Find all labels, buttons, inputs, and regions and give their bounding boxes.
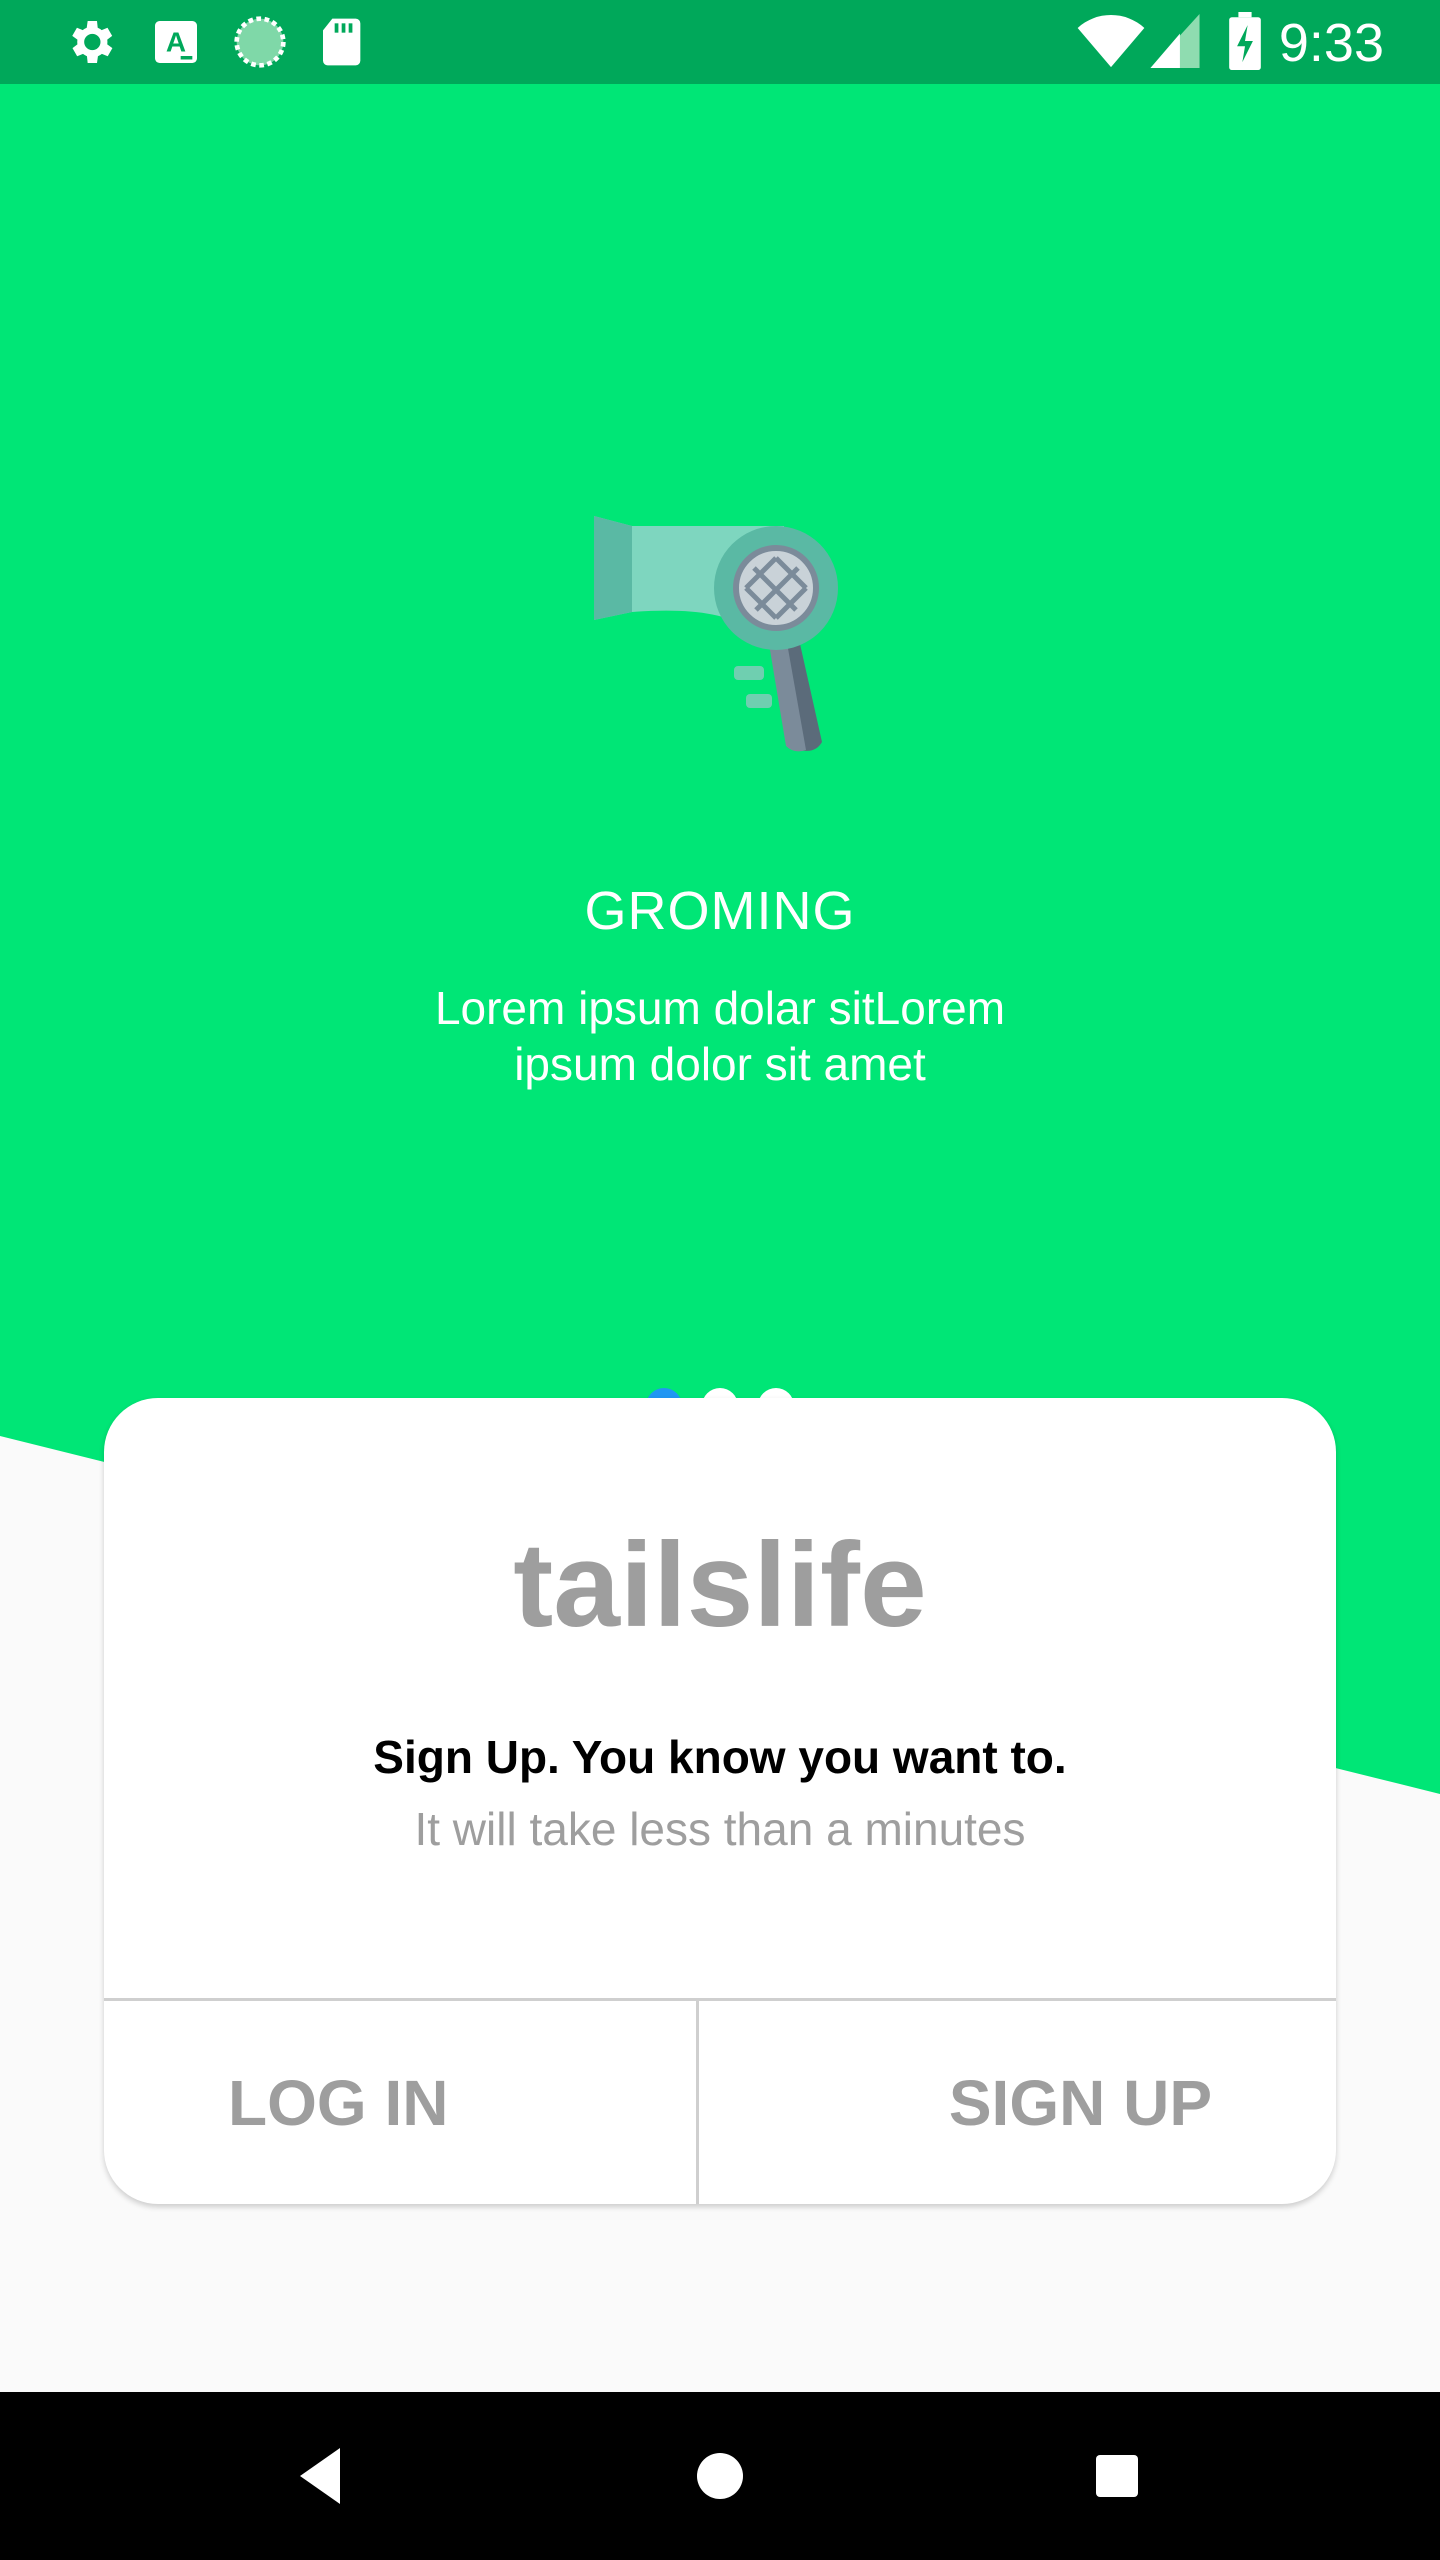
login-button[interactable]: LOG IN — [104, 2001, 696, 2204]
svg-text:A: A — [166, 26, 186, 57]
sd-card-icon — [316, 14, 372, 75]
slide-description: Lorem ipsum dolar sitLorem ipsum dolor s… — [370, 980, 1070, 1092]
wifi-icon — [1076, 12, 1146, 75]
battery-charging-icon — [1228, 12, 1262, 75]
slide-title: GROMING — [584, 881, 856, 941]
back-icon[interactable] — [290, 2436, 350, 2521]
slide-description-line-1: Lorem ipsum dolar sitLorem — [434, 982, 1006, 1034]
slide-description-line-2: ipsum dolor sit amet — [514, 1038, 926, 1090]
text-a-icon: A — [148, 14, 204, 75]
home-icon[interactable] — [690, 2436, 750, 2521]
gear-icon — [62, 14, 118, 75]
recents-icon[interactable] — [1088, 2436, 1148, 2521]
auth-card: tailslife Sign Up. You know you want to.… — [104, 1398, 1336, 2204]
signup-button[interactable]: SIGN UP — [699, 2001, 1336, 2204]
signup-subline: It will take less than a minutes — [414, 1803, 1026, 1855]
brand-logo-text: tailslife — [513, 1518, 927, 1652]
clock-time: 9:33 — [1278, 13, 1384, 73]
hair-dryer-icon — [594, 516, 844, 761]
signup-headline: Sign Up. You know you want to. — [373, 1731, 1067, 1783]
navigation-bar — [0, 2392, 1440, 2560]
status-bar: A 9:33 — [0, 0, 1440, 84]
sync-circle-icon — [232, 14, 288, 75]
cell-signal-icon — [1150, 14, 1200, 73]
